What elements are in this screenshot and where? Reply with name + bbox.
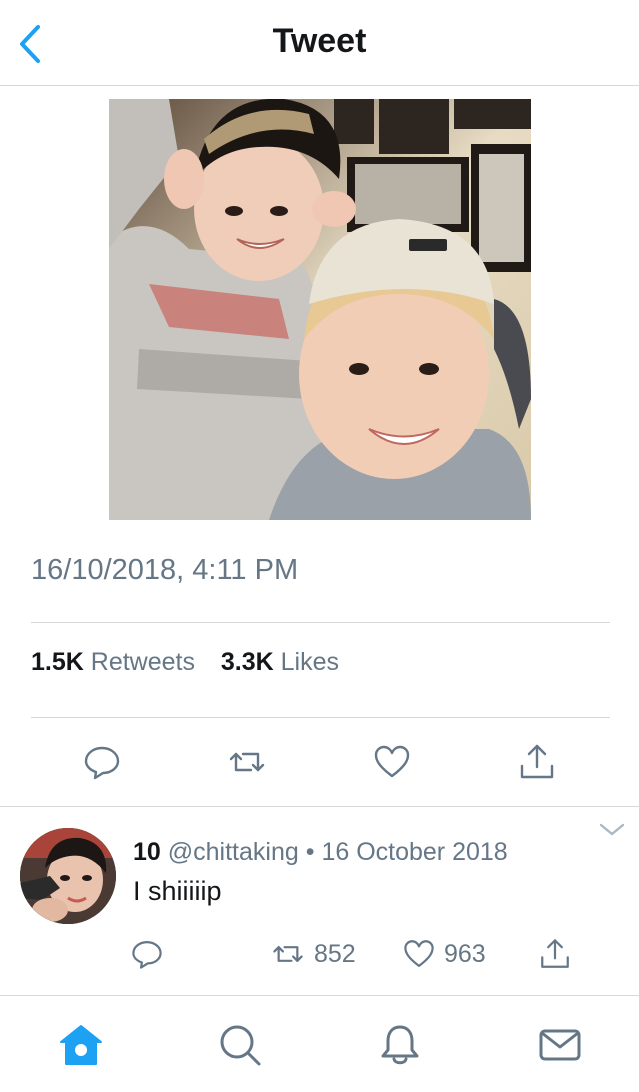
photo-illustration — [109, 99, 531, 520]
tab-search[interactable] — [217, 1022, 263, 1068]
reply-share-button[interactable] — [538, 936, 572, 972]
like-icon — [404, 940, 434, 968]
retweet-icon — [229, 752, 265, 772]
tweet-stats: 1.5K Retweets 3.3K Likes — [31, 648, 339, 677]
reply-retweet-button[interactable]: 852 — [270, 936, 356, 972]
reply-tweet[interactable]: 10 @chittaking • 16 October 2018 I shiii… — [0, 808, 639, 994]
notifications-icon — [381, 1025, 419, 1065]
user-handle[interactable]: @chittaking — [168, 838, 299, 866]
retweet-icon — [273, 946, 303, 962]
tweet-actions — [0, 742, 639, 786]
likes-count: 3.3K — [220, 648, 274, 676]
bottom-tab-bar — [0, 995, 639, 1092]
share-icon — [520, 744, 554, 779]
page-title: Tweet — [272, 22, 367, 60]
like-count: 963 — [444, 939, 486, 968]
likes-stat[interactable]: 3.3K Likes — [221, 648, 339, 676]
reply-icon — [132, 940, 162, 969]
reply-header: 10 @chittaking • 16 October 2018 — [133, 838, 508, 867]
tweet-timestamp: 16/10/2018, 4:11 PM — [31, 554, 299, 586]
tab-notifications[interactable] — [377, 1022, 423, 1068]
search-icon — [220, 1025, 261, 1066]
reply-text: I shiiiiip — [133, 876, 222, 906]
top-nav-bar: Tweet — [0, 0, 639, 86]
reply-actions: 852 963 — [0, 936, 639, 976]
messages-icon — [539, 1029, 581, 1061]
chevron-down-icon — [599, 823, 625, 836]
user-name[interactable]: 10 — [133, 838, 161, 866]
retweets-stat[interactable]: 1.5K Retweets — [31, 648, 202, 676]
tab-messages[interactable] — [537, 1022, 583, 1068]
meta-separator: • — [305, 838, 315, 866]
retweet-button[interactable] — [227, 742, 267, 782]
avatar-illustration — [20, 828, 116, 924]
tweet-image[interactable] — [109, 99, 531, 520]
home-icon — [60, 1025, 102, 1065]
tab-home[interactable] — [58, 1022, 104, 1068]
retweets-count: 1.5K — [31, 648, 84, 676]
reply-icon — [84, 746, 120, 780]
reply-date: 16 October 2018 — [321, 838, 508, 866]
divider — [31, 622, 610, 623]
reply-like-button[interactable]: 963 — [402, 936, 486, 972]
like-icon — [374, 745, 410, 778]
divider — [31, 717, 610, 718]
more-options-button[interactable] — [598, 820, 626, 840]
retweet-count: 852 — [314, 939, 356, 968]
share-button[interactable] — [517, 742, 557, 782]
share-icon — [541, 939, 569, 968]
reply-button[interactable] — [82, 742, 122, 782]
avatar[interactable] — [20, 828, 116, 924]
reply-reply-button[interactable] — [130, 936, 164, 972]
like-button[interactable] — [372, 742, 412, 782]
section-divider — [0, 806, 639, 807]
retweets-label: Retweets — [90, 648, 195, 676]
likes-label: Likes — [280, 648, 340, 676]
